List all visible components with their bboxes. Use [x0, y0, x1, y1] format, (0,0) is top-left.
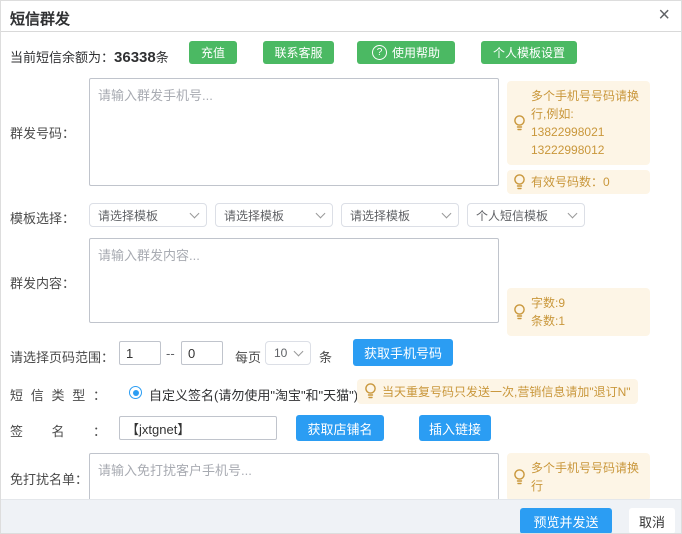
- recharge-button[interactable]: 充值: [189, 41, 237, 64]
- chevron-down-icon: [442, 209, 452, 219]
- dnd-hint-text: 多个手机号号码请换行: [531, 459, 646, 495]
- insert-link-button[interactable]: 插入链接: [419, 415, 491, 441]
- balance-text: 当前短信余额为：36338条: [10, 47, 169, 66]
- template-select-personal[interactable]: 个人短信模板: [467, 203, 585, 227]
- signature-input[interactable]: [119, 416, 277, 440]
- message-count-text: 条数:1: [531, 312, 565, 330]
- numbers-hint-line: 多个手机号号码请换行,例如:: [531, 87, 646, 123]
- numbers-textarea[interactable]: [89, 78, 499, 186]
- page-size-select[interactable]: 10: [265, 341, 311, 365]
- bulb-icon: [513, 115, 526, 132]
- dialog-title: 短信群发: [10, 8, 70, 29]
- balance-amount: 36338: [114, 49, 156, 66]
- numbers-label: 群发号码：: [10, 123, 75, 142]
- help-button[interactable]: ? 使用帮助: [357, 41, 455, 64]
- page-size-value: 10: [274, 346, 287, 360]
- numbers-hint-example2: 13222998012: [531, 141, 646, 159]
- per-page-unit: 条: [319, 347, 332, 366]
- custom-signature-radio-label: 自定义签名(请勿使用"淘宝"和"天猫"): [149, 385, 358, 404]
- sms-type-label: 短信类型：: [10, 385, 106, 404]
- get-shop-name-button[interactable]: 获取店铺名: [296, 415, 384, 441]
- bulb-icon: [513, 174, 526, 191]
- bulb-icon: [513, 469, 526, 486]
- dnd-hint-box: 多个手机号号码请换行: [507, 453, 650, 501]
- page-range-label: 请选择页码范围：: [10, 347, 114, 366]
- numbers-hint-example1: 13822998021: [531, 123, 646, 141]
- template-select-1[interactable]: 请选择模板: [89, 203, 207, 227]
- template-select-3[interactable]: 请选择模板: [341, 203, 459, 227]
- page-to-input[interactable]: [181, 341, 223, 365]
- sms-bulk-send-dialog: 短信群发 × 当前短信余额为：36338条 充值 联系客服 ? 使用帮助 个人模…: [0, 0, 682, 534]
- bulb-icon: [513, 304, 526, 321]
- template-select-2-value: 请选择模板: [224, 207, 284, 224]
- valid-count-text: 有效号码数：0: [531, 173, 610, 191]
- header-divider: [1, 31, 681, 32]
- duplicate-number-hint-box: 当天重复号码只发送一次,营销信息请加"退订N": [357, 379, 638, 404]
- contact-support-button[interactable]: 联系客服: [263, 41, 334, 64]
- template-select-2[interactable]: 请选择模板: [215, 203, 333, 227]
- custom-signature-radio[interactable]: [129, 386, 142, 399]
- valid-count-hint-box: 有效号码数：0: [507, 170, 650, 194]
- count-hint-box: 字数:9 条数:1: [507, 288, 650, 336]
- numbers-hint-box: 多个手机号号码请换行,例如: 13822998021 13222998012: [507, 81, 650, 165]
- fetch-phone-numbers-button[interactable]: 获取手机号码: [353, 339, 453, 366]
- char-count-text: 字数:9: [531, 294, 565, 312]
- help-button-label: 使用帮助: [392, 44, 440, 61]
- close-icon[interactable]: ×: [658, 4, 670, 26]
- preview-and-send-button[interactable]: 预览并发送: [520, 508, 612, 534]
- chevron-down-icon: [190, 209, 200, 219]
- chevron-down-icon: [316, 209, 326, 219]
- content-label: 群发内容：: [10, 273, 75, 292]
- template-select-1-value: 请选择模板: [98, 207, 158, 224]
- balance-unit: 条: [156, 50, 169, 65]
- chevron-down-icon: [568, 209, 578, 219]
- template-select-3-value: 请选择模板: [350, 207, 410, 224]
- template-select-personal-value: 个人短信模板: [476, 207, 548, 224]
- personal-template-settings-button[interactable]: 个人模板设置: [481, 41, 577, 64]
- cancel-button[interactable]: 取消: [629, 508, 675, 534]
- bulb-icon: [364, 383, 377, 400]
- page-from-input[interactable]: [119, 341, 161, 365]
- content-textarea[interactable]: [89, 238, 499, 323]
- page-range-separator: --: [166, 346, 175, 361]
- dnd-label: 免打扰名单：: [10, 469, 88, 488]
- duplicate-number-hint-text: 当天重复号码只发送一次,营销信息请加"退订N": [382, 383, 631, 400]
- balance-prefix: 当前短信余额为：: [10, 50, 114, 65]
- per-page-label: 每页: [235, 347, 261, 366]
- question-circle-icon: ?: [372, 45, 387, 60]
- template-label: 模板选择：: [10, 208, 75, 227]
- chevron-down-icon: [294, 347, 304, 357]
- signature-label: 签名：: [10, 421, 106, 440]
